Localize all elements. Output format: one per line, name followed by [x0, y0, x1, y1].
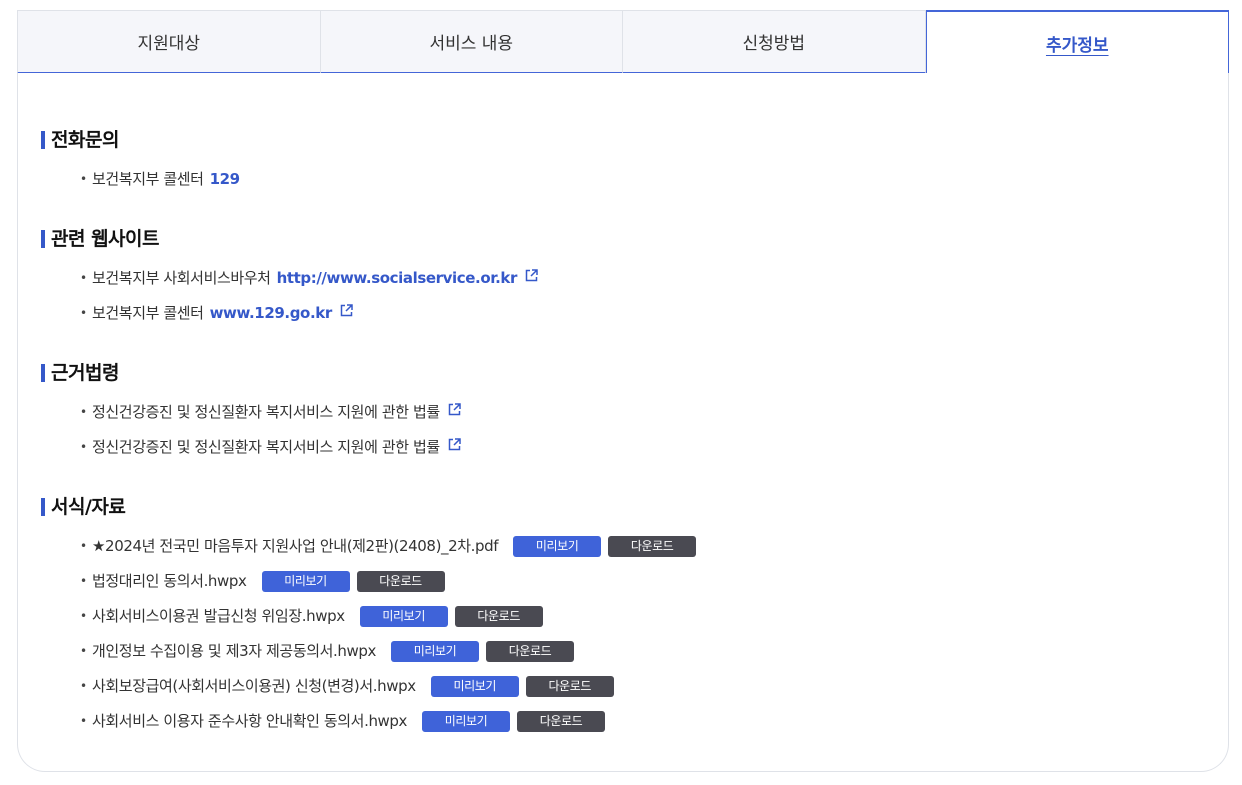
list-item: • 정신건강증진 및 정신질환자 복지서비스 지원에 관한 법률 [80, 401, 461, 423]
list-item: • 법정대리인 동의서.hwpx 미리보기 다운로드 [80, 570, 445, 592]
section-title-forms: 서식/자료 [41, 496, 126, 518]
preview-button[interactable]: 미리보기 [359, 605, 448, 627]
list-item: • 사회서비스이용권 발급신청 위임장.hwpx 미리보기 다운로드 [80, 605, 543, 627]
bullet-dot-icon: • [80, 405, 87, 419]
list-item: • 보건복지부 사회서비스바우처 http://www.socialservic… [80, 267, 538, 289]
tab-additional-info[interactable]: 추가정보 [925, 10, 1229, 74]
law-link[interactable]: 정신건강증진 및 정신질환자 복지서비스 지원에 관한 법률 [92, 401, 440, 423]
phone-number-link[interactable]: 129 [210, 168, 241, 190]
preview-button[interactable]: 미리보기 [430, 675, 519, 697]
website-link[interactable]: http://www.socialservice.or.kr [277, 267, 518, 289]
bullet-dot-icon: • [80, 539, 87, 553]
bullet-dot-icon: • [80, 271, 87, 285]
file-name: 법정대리인 동의서.hwpx [92, 572, 247, 590]
list-item: • 정신건강증진 및 정신질환자 복지서비스 지원에 관한 법률 [80, 436, 461, 458]
list-item: • 개인정보 수집이용 및 제3자 제공동의서.hwpx 미리보기 다운로드 [80, 640, 574, 662]
list-item: • 사회서비스 이용자 준수사항 안내확인 동의서.hwpx 미리보기 다운로드 [80, 710, 606, 732]
list-item: • 사회보장급여(사회서비스이용권) 신청(변경)서.hwpx 미리보기 다운로… [80, 675, 614, 697]
website-link[interactable]: www.129.go.kr [210, 302, 333, 324]
list-item: • 보건복지부 콜센터 www.129.go.kr [80, 302, 353, 324]
tab-eligibility[interactable]: 지원대상 [17, 10, 320, 74]
download-button[interactable]: 다운로드 [356, 570, 445, 592]
external-link-icon[interactable] [340, 303, 353, 317]
item-text: 보건복지부 콜센터 [92, 170, 204, 188]
preview-button[interactable]: 미리보기 [513, 535, 602, 557]
law-link[interactable]: 정신건강증진 및 정신질환자 복지서비스 지원에 관한 법률 [92, 436, 440, 458]
item-text: 보건복지부 콜센터 [92, 304, 204, 322]
item-text: 보건복지부 사회서비스바우처 [92, 269, 271, 287]
file-name: 사회서비스이용권 발급신청 위임장.hwpx [92, 607, 345, 625]
download-button[interactable]: 다운로드 [525, 675, 614, 697]
tab-application-method[interactable]: 신청방법 [622, 10, 926, 74]
download-button[interactable]: 다운로드 [485, 640, 574, 662]
bullet-dot-icon: • [80, 306, 87, 320]
file-name: 사회서비스 이용자 준수사항 안내확인 동의서.hwpx [92, 712, 408, 730]
tab-bar: 지원대상 서비스 내용 신청방법 추가정보 [17, 10, 1229, 74]
section-title-websites: 관련 웹사이트 [41, 228, 160, 250]
external-link-icon[interactable] [525, 268, 538, 282]
tab-service-content[interactable]: 서비스 내용 [319, 10, 622, 74]
bullet-dot-icon: • [80, 644, 87, 658]
section-title-laws: 근거법령 [41, 362, 119, 384]
file-name: ★2024년 전국민 마음투자 지원사업 안내(제2판)(2408)_2차.pd… [92, 537, 499, 555]
external-link-icon[interactable] [448, 402, 461, 416]
download-button[interactable]: 다운로드 [454, 605, 543, 627]
preview-button[interactable]: 미리보기 [261, 570, 350, 592]
preview-button[interactable]: 미리보기 [390, 640, 479, 662]
bullet-dot-icon: • [80, 679, 87, 693]
preview-button[interactable]: 미리보기 [422, 710, 511, 732]
bullet-dot-icon: • [80, 574, 87, 588]
list-item: • 보건복지부 콜센터 129 [80, 168, 240, 190]
bullet-dot-icon: • [80, 609, 87, 623]
external-link-icon[interactable] [448, 437, 461, 451]
download-button[interactable]: 다운로드 [517, 710, 606, 732]
file-name: 개인정보 수집이용 및 제3자 제공동의서.hwpx [92, 642, 376, 660]
bullet-dot-icon: • [80, 172, 87, 186]
download-button[interactable]: 다운로드 [608, 535, 697, 557]
bullet-dot-icon: • [80, 440, 87, 454]
bullet-dot-icon: • [80, 714, 87, 728]
section-title-phone: 전화문의 [41, 129, 119, 151]
list-item: • ★2024년 전국민 마음투자 지원사업 안내(제2판)(2408)_2차.… [80, 535, 697, 557]
file-name: 사회보장급여(사회서비스이용권) 신청(변경)서.hwpx [92, 677, 416, 695]
